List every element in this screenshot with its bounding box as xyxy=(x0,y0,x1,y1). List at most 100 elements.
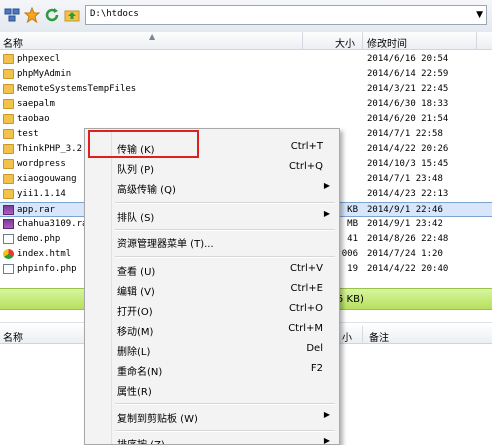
folder-icon xyxy=(3,129,14,139)
file-name: app.rar xyxy=(17,205,55,215)
path-input[interactable]: D:\htdocs ▼ xyxy=(85,5,487,25)
file-modified: 2014/9/1 23:42 xyxy=(367,219,443,229)
menu-item-shortcut: Ctrl+O xyxy=(288,303,323,314)
submenu-arrow-icon: ▶ xyxy=(323,410,330,419)
menu-item-shortcut: Del xyxy=(306,343,323,354)
file-name: phpinfo.php xyxy=(17,264,77,274)
column-modified[interactable]: 修改时间 xyxy=(367,35,407,50)
favorite-star-icon[interactable] xyxy=(24,7,40,23)
folder-icon xyxy=(3,159,14,169)
column-name[interactable]: 名称 xyxy=(3,35,23,50)
folder-icon xyxy=(3,189,14,199)
file-name: saepalm xyxy=(17,99,55,109)
file-modified: 2014/6/30 18:33 xyxy=(367,99,449,109)
menu-item-advanced-transfer[interactable]: 高级传输 (Q) ▶ xyxy=(85,177,339,197)
submenu-arrow-icon: ▶ xyxy=(323,209,330,218)
toolbar: D:\htdocs ▼ xyxy=(0,0,492,33)
file-row[interactable]: phpMyAdmin 2014/6/14 22:59 xyxy=(0,67,492,82)
file-modified: 2014/3/21 22:45 xyxy=(367,84,449,94)
menu-item-explorer-menu[interactable]: 资源管理器菜单 (T)... xyxy=(85,231,339,251)
menu-item-shortcut: F2 xyxy=(310,363,323,374)
menu-item-edit[interactable]: 编辑 (V) Ctrl+E xyxy=(85,279,339,299)
file-name: yii1.1.14 xyxy=(17,189,66,199)
menu-item-label: 移动(M) xyxy=(117,327,154,338)
menu-item-sort-queue[interactable]: 排队 (S) ▶ xyxy=(85,205,339,225)
queue-column-remark[interactable]: 备注 xyxy=(369,329,389,344)
menu-item-copy-to-clipboard[interactable]: 复制到剪贴板 (W) ▶ xyxy=(85,406,339,426)
menu-item-view[interactable]: 查看 (U) Ctrl+V xyxy=(85,259,339,279)
network-sites-icon[interactable] xyxy=(4,7,20,23)
file-name: xiaogouwang xyxy=(17,174,77,184)
sort-arrow-icon: ▲ xyxy=(149,32,156,41)
menu-item-delete[interactable]: 删除(L) Del xyxy=(85,339,339,359)
chevron-down-icon[interactable]: ▼ xyxy=(476,10,483,20)
menu-item-label: 属性(R) xyxy=(117,387,152,398)
file-row[interactable]: saepalm 2014/6/30 18:33 xyxy=(0,97,492,112)
file-name: taobao xyxy=(17,114,50,124)
file-name: wordpress xyxy=(17,159,66,169)
menu-item-label: 排序按 (Z) xyxy=(117,436,165,444)
file-modified: 2014/6/16 20:54 xyxy=(367,54,449,64)
file-row[interactable]: taobao 2014/6/20 21:54 xyxy=(0,112,492,127)
menu-item-label: 排队 (S) xyxy=(117,213,155,224)
menu-item-rename[interactable]: 重命名(N) F2 xyxy=(85,359,339,379)
menu-item-label: 资源管理器菜单 (T)... xyxy=(117,239,214,250)
menu-item-label: 删除(L) xyxy=(117,347,151,358)
file-modified: 2014/10/3 15:45 xyxy=(367,159,449,169)
file-name: demo.php xyxy=(17,234,61,244)
menu-item-queue[interactable]: 队列 (P) Ctrl+Q xyxy=(85,157,339,177)
menu-item-sort-by[interactable]: 排序按 (Z) ▶ xyxy=(85,432,339,445)
highlight-annotation xyxy=(88,130,199,158)
folder-icon xyxy=(3,174,14,184)
menu-item-label: 编辑 (V) xyxy=(117,287,155,298)
folder-icon xyxy=(3,84,14,94)
queue-column-name[interactable]: 名称 xyxy=(3,329,23,344)
menu-item-shortcut: Ctrl+E xyxy=(290,283,324,294)
folder-up-icon[interactable] xyxy=(64,7,80,23)
column-size[interactable]: 大小 xyxy=(335,35,355,50)
file-modified: 2014/7/24 1:20 xyxy=(367,249,443,259)
menu-item-shortcut: Ctrl+Q xyxy=(288,161,323,172)
file-row[interactable]: phpexecl 2014/6/16 20:54 xyxy=(0,52,492,67)
folder-icon xyxy=(3,114,14,124)
context-menu: 传输 (K) Ctrl+T 队列 (P) Ctrl+Q 高级传输 (Q) ▶ 排… xyxy=(84,128,340,445)
file-name: index.html xyxy=(17,249,72,259)
menu-item-shortcut: Ctrl+V xyxy=(289,263,323,274)
file-modified: 2014/6/20 21:54 xyxy=(367,114,449,124)
chrome-html-icon xyxy=(3,249,14,259)
file-name: ThinkPHP_3.2. xyxy=(17,144,88,154)
file-modified: 2014/4/22 20:26 xyxy=(367,144,449,154)
status-text: 5 KB) xyxy=(337,294,364,305)
menu-item-label: 队列 (P) xyxy=(117,165,155,176)
submenu-arrow-icon: ▶ xyxy=(323,181,330,190)
folder-icon xyxy=(3,144,14,154)
file-name: test xyxy=(17,129,39,139)
menu-item-label: 查看 (U) xyxy=(117,267,156,278)
rar-archive-icon xyxy=(3,219,14,229)
php-file-icon xyxy=(3,264,14,274)
file-list-header: 名称 ▲ 大小 修改时间 xyxy=(0,32,492,50)
folder-icon xyxy=(3,99,14,109)
menu-item-move[interactable]: 移动(M) Ctrl+M xyxy=(85,319,339,339)
file-name: phpMyAdmin xyxy=(17,69,72,79)
folder-icon xyxy=(3,69,14,79)
menu-item-shortcut: Ctrl+M xyxy=(288,323,323,334)
menu-item-properties[interactable]: 属性(R) xyxy=(85,379,339,399)
file-row[interactable]: RemoteSystemsTempFiles 2014/3/21 22:45 xyxy=(0,82,492,97)
submenu-arrow-icon: ▶ xyxy=(323,436,330,445)
file-name: phpexecl xyxy=(17,54,61,64)
queue-column-size[interactable]: 小 xyxy=(342,329,352,344)
menu-item-open[interactable]: 打开(O) Ctrl+O xyxy=(85,299,339,319)
file-modified: 2014/4/23 22:13 xyxy=(367,189,449,199)
php-file-icon xyxy=(3,234,14,244)
folder-icon xyxy=(3,54,14,64)
file-name: chahua3109.ra xyxy=(17,219,88,229)
file-modified: 2014/8/26 22:48 xyxy=(367,234,449,244)
refresh-icon[interactable] xyxy=(44,7,60,23)
file-modified: 2014/9/1 22:46 xyxy=(367,205,443,215)
file-modified: 2014/7/1 22:58 xyxy=(367,129,443,139)
file-modified: 2014/7/1 23:48 xyxy=(367,174,443,184)
file-name: RemoteSystemsTempFiles xyxy=(17,84,137,94)
menu-item-label: 重命名(N) xyxy=(117,367,163,378)
menu-item-label: 打开(O) xyxy=(117,307,153,318)
